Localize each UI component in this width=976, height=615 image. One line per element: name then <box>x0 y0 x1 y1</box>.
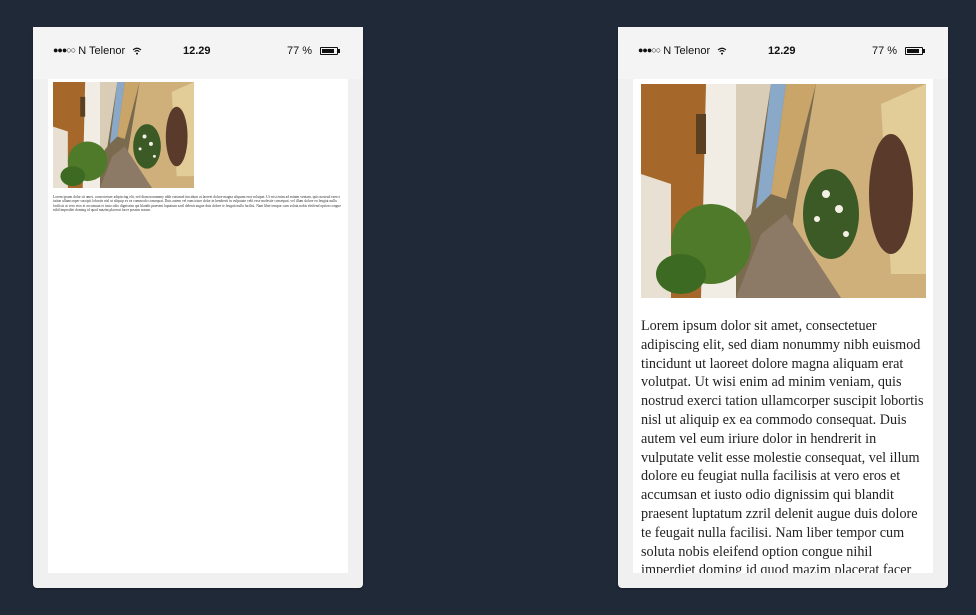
status-bar: ●●●○○ N Telenor 12.29 77 % <box>33 27 363 79</box>
article-body: Lorem ipsum dolor sit amet, consectetuer… <box>641 318 924 573</box>
status-time: 12.29 <box>183 45 211 57</box>
wifi-icon <box>132 47 142 55</box>
signal-strength-icon: ●●●○○ <box>638 45 661 55</box>
battery-icon <box>320 47 340 55</box>
phone-mockup-left: ●●●○○ N Telenor 12.29 77 % Lorem ipsum d… <box>33 27 363 588</box>
alley-photo <box>641 84 926 298</box>
status-bar: ●●●○○ N Telenor 12.29 77 % <box>618 27 948 79</box>
signal-strength-icon: ●●●○○ <box>53 45 76 55</box>
battery-percent: 77 % <box>287 45 313 57</box>
battery-icon <box>905 47 925 55</box>
phone-mockup-right: ●●●○○ N Telenor 12.29 77 % Lorem ipsum d… <box>618 27 948 588</box>
carrier-indicator: ●●●○○ N Telenor <box>53 45 142 57</box>
carrier-indicator: ●●●○○ N Telenor <box>638 45 727 57</box>
battery-percent: 77 % <box>872 45 898 57</box>
wifi-icon <box>717 47 727 55</box>
status-time: 12.29 <box>768 45 796 57</box>
carrier-name: N Telenor <box>78 45 126 57</box>
article-body: Lorem ipsum dolor sit amet, consectetuer… <box>53 195 341 212</box>
carrier-name: N Telenor <box>663 45 711 57</box>
browser-viewport[interactable]: Lorem ipsum dolor sit amet, consectetuer… <box>633 79 933 573</box>
browser-viewport[interactable]: Lorem ipsum dolor sit amet, consectetuer… <box>48 79 348 573</box>
alley-photo <box>53 82 194 188</box>
